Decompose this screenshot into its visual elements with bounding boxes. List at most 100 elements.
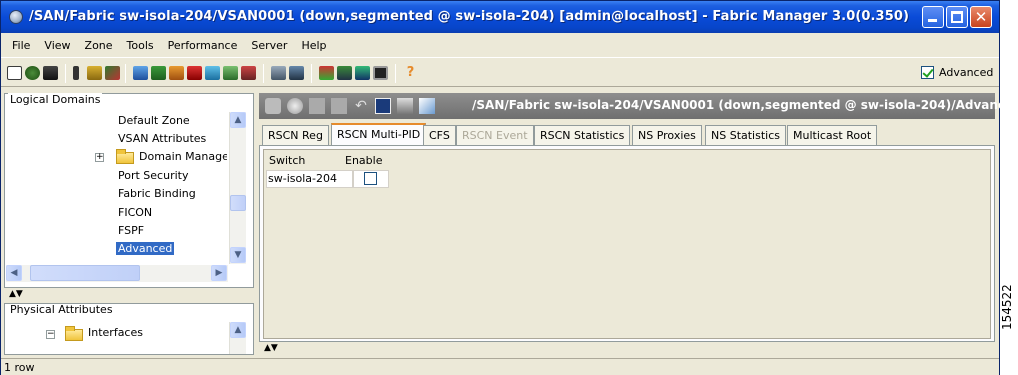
print-icon[interactable]: [397, 98, 413, 114]
tree-item-fspf[interactable]: FSPF: [118, 224, 144, 237]
toolbar-separator: [263, 64, 264, 83]
menu-zone[interactable]: Zone: [78, 39, 120, 52]
tree-item-advanced[interactable]: Advanced: [116, 242, 175, 255]
toolbar-separator: [311, 64, 312, 83]
users-icon[interactable]: [105, 66, 120, 80]
tab-rscn-multi-pid[interactable]: RSCN Multi-PID: [331, 123, 427, 145]
perf-icon[interactable]: [337, 66, 352, 80]
application-window: /SAN/Fabric sw-isola-204/VSAN0001 (down,…: [0, 0, 1018, 375]
tab-ns-statistics[interactable]: NS Statistics: [705, 125, 786, 145]
open-icon[interactable]: [7, 66, 22, 80]
flow-icon[interactable]: [169, 66, 184, 80]
menu-server[interactable]: Server: [244, 39, 294, 52]
menu-bar: File View Zone Tools Performance Server …: [1, 34, 999, 56]
discover-icon[interactable]: [25, 66, 40, 80]
expand-icon[interactable]: +: [95, 153, 104, 162]
toolbar-separator: [125, 64, 126, 83]
collapse-icon[interactable]: −: [46, 330, 55, 339]
tab-rscn-event: RSCN Event: [456, 125, 534, 145]
title-bar[interactable]: /SAN/Fabric sw-isola-204/VSAN0001 (down,…: [1, 1, 999, 33]
scroll-right-icon[interactable]: ▶: [211, 265, 227, 281]
main-toolbar: ? Advanced: [1, 57, 999, 87]
scroll-left-icon[interactable]: ◀: [6, 265, 22, 281]
advanced-label: Advanced: [939, 66, 994, 79]
tree-vertical-scrollbar[interactable]: ▲ ▼: [229, 112, 246, 264]
tab-rscn-reg[interactable]: RSCN Reg: [262, 125, 329, 145]
tree-horizontal-scrollbar[interactable]: ◀ ▶: [6, 265, 228, 282]
tab-rscn-statistics[interactable]: RSCN Statistics: [534, 125, 631, 145]
switch-icon[interactable]: [133, 66, 148, 80]
menu-file[interactable]: File: [5, 39, 37, 52]
app-icon: [9, 10, 23, 24]
content-toolbar: ↶ /SAN/Fabric sw-isola-204/VSAN0001 (dow…: [259, 93, 1018, 119]
folder-icon: [65, 326, 83, 341]
save-icon[interactable]: [375, 98, 391, 114]
chart-icon[interactable]: [205, 66, 220, 80]
tree-item-ficon[interactable]: FICON: [118, 206, 152, 219]
help-icon[interactable]: ?: [403, 66, 418, 80]
figure-number: 154522: [1000, 284, 1014, 330]
split-divider-icon[interactable]: ▲▼: [9, 289, 23, 299]
topology-icon[interactable]: [223, 66, 238, 80]
tree-item-vsan-attributes[interactable]: VSAN Attributes: [118, 132, 206, 145]
physical-attributes-title: Physical Attributes: [8, 303, 115, 316]
maximize-button[interactable]: [946, 6, 968, 28]
undo-icon[interactable]: ↶: [353, 98, 369, 114]
create-icon[interactable]: [331, 98, 347, 114]
enable-checkbox[interactable]: [364, 172, 377, 185]
toolbar-separator: [65, 64, 66, 83]
tab-cfs[interactable]: CFS: [423, 125, 456, 145]
cell-switch[interactable]: sw-isola-204: [266, 170, 353, 188]
graph-icon[interactable]: [355, 66, 370, 80]
close-button[interactable]: ✕: [970, 6, 992, 28]
scroll-down-icon[interactable]: ▼: [230, 247, 246, 263]
column-header-enable[interactable]: Enable: [342, 152, 390, 169]
tab-ns-proxies[interactable]: NS Proxies: [632, 125, 702, 145]
lock-icon[interactable]: [87, 66, 102, 80]
status-bar: 1 row: [1, 358, 999, 375]
tree-item-domain-manager[interactable]: Domain Manager: [139, 150, 227, 163]
column-icon[interactable]: [73, 66, 79, 80]
breadcrumb: /SAN/Fabric sw-isola-204/VSAN0001 (down,…: [472, 98, 1018, 112]
scroll-up-icon[interactable]: ▲: [230, 112, 246, 128]
copy-icon[interactable]: [265, 98, 281, 114]
menu-view[interactable]: View: [37, 39, 77, 52]
scroll-up-icon[interactable]: ▲: [230, 322, 246, 338]
advanced-checkbox-box[interactable]: [921, 66, 934, 79]
toolbar-separator: [395, 64, 396, 83]
scroll-h-thumb[interactable]: [30, 265, 140, 281]
menu-tools[interactable]: Tools: [120, 39, 161, 52]
menu-help[interactable]: Help: [294, 39, 333, 52]
export-icon[interactable]: [419, 98, 435, 114]
advanced-checkbox[interactable]: Advanced: [921, 66, 993, 79]
minimize-icon: [928, 19, 937, 22]
minimize-button[interactable]: [922, 6, 944, 28]
zone-icon[interactable]: [271, 66, 286, 80]
split-divider-icon[interactable]: ▲▼: [264, 343, 278, 353]
tree-item-default-zone[interactable]: Default Zone: [118, 114, 190, 127]
logical-domains-title: Logical Domains: [8, 93, 103, 106]
logical-domains-panel: Logical Domains Default Zone VSAN Attrib…: [4, 93, 254, 288]
tree-item-fabric-binding[interactable]: Fabric Binding: [118, 187, 196, 200]
pa-vertical-scrollbar[interactable]: ▲: [229, 322, 246, 354]
refresh-icon[interactable]: [287, 98, 303, 114]
device-manager-icon[interactable]: [151, 66, 166, 80]
tab-content: Switch Enable sw-isola-204: [259, 145, 995, 342]
wizard-icon[interactable]: [319, 66, 334, 80]
monitor-icon[interactable]: [373, 66, 388, 80]
apply-icon[interactable]: [309, 98, 325, 114]
menu-performance[interactable]: Performance: [161, 39, 245, 52]
maximize-icon: [951, 11, 963, 23]
tree-item-interfaces[interactable]: Interfaces: [88, 326, 143, 339]
folder-icon: [116, 149, 134, 164]
alert-icon[interactable]: [187, 66, 202, 80]
tab-multicast-root[interactable]: Multicast Root: [787, 125, 878, 145]
tree-item-port-security[interactable]: Port Security: [118, 169, 188, 182]
tab-strip: RSCN Reg RSCN Multi-PID CFS RSCN Event R…: [259, 123, 995, 145]
column-header-switch[interactable]: Switch: [266, 152, 342, 169]
report-icon[interactable]: [241, 66, 256, 80]
ivr-icon[interactable]: [289, 66, 304, 80]
scroll-thumb[interactable]: [230, 195, 246, 211]
binoculars-icon[interactable]: [43, 66, 58, 80]
cell-enable[interactable]: [353, 170, 389, 188]
